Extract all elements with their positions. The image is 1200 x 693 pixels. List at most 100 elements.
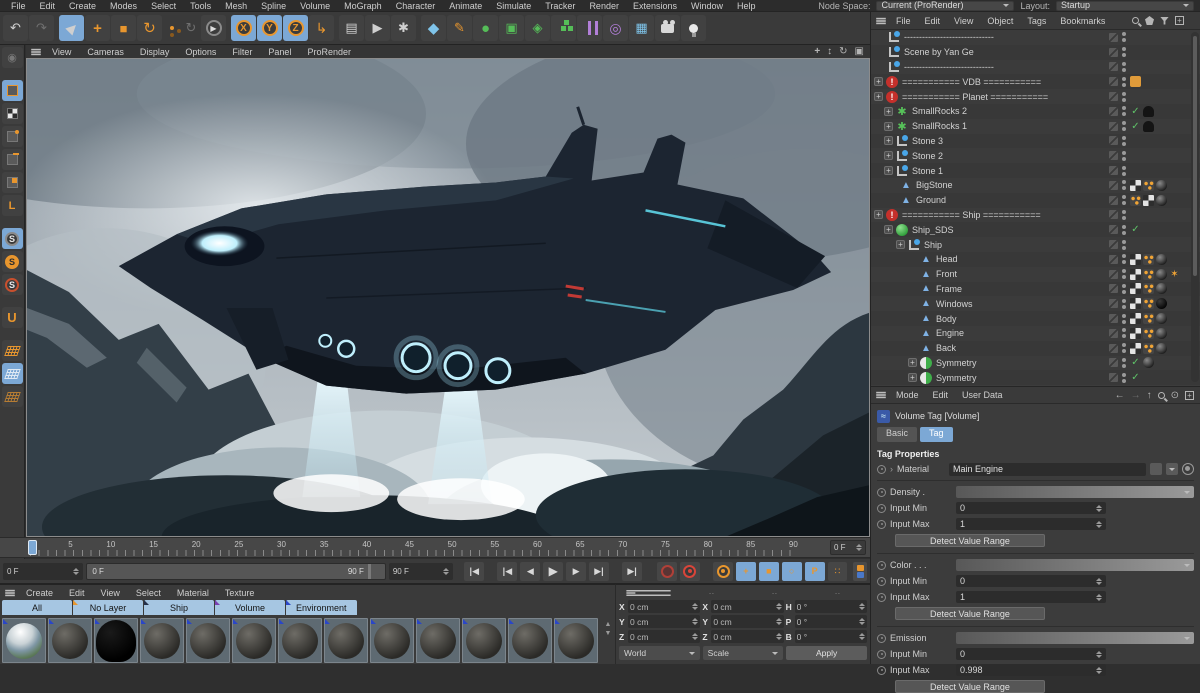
- layer-chip[interactable]: [1109, 151, 1118, 160]
- object-manager-menu-item[interactable]: Edit: [918, 16, 948, 26]
- visibility-dots[interactable]: [1122, 77, 1126, 87]
- pos-y-field[interactable]: 0 cm: [628, 615, 700, 628]
- object-manager-menu-item[interactable]: Object: [980, 16, 1020, 26]
- record-button[interactable]: [657, 562, 677, 581]
- object-row[interactable]: +Ship_SDS✓: [871, 222, 1200, 237]
- goto-start-button[interactable]: |◀: [464, 562, 484, 581]
- expand-toggle[interactable]: +: [874, 210, 883, 219]
- layer-tab-all[interactable]: All: [2, 600, 72, 615]
- main-menu-item[interactable]: Mesh: [218, 1, 254, 11]
- render-view-button[interactable]: ▤: [339, 15, 364, 41]
- visibility-dots[interactable]: [1122, 136, 1126, 146]
- redo-button[interactable]: ↷: [29, 15, 54, 41]
- object-manager-menu-item[interactable]: Bookmarks: [1053, 16, 1112, 26]
- anim-dot-icon[interactable]: [877, 577, 886, 586]
- main-menu-item[interactable]: Volume: [293, 1, 337, 11]
- layer-chip[interactable]: [1109, 196, 1118, 205]
- layer-chip[interactable]: [1109, 107, 1118, 116]
- layer-chip[interactable]: [1109, 181, 1118, 190]
- layer-chip[interactable]: [1109, 329, 1118, 338]
- visibility-dots[interactable]: [1122, 62, 1126, 72]
- main-menu-item[interactable]: Edit: [33, 1, 63, 11]
- floor-button[interactable]: ▦: [629, 15, 654, 41]
- anim-dot-icon[interactable]: [877, 504, 886, 513]
- material-thumbnail[interactable]: [554, 618, 598, 663]
- key-rotation-toggle[interactable]: ○: [782, 562, 802, 581]
- spline-tools-button[interactable]: [577, 15, 602, 41]
- stepper-icon[interactable]: [859, 603, 865, 610]
- uvw-tag-icon[interactable]: [1130, 269, 1141, 280]
- enabled-check-icon[interactable]: ✓: [1130, 106, 1141, 117]
- anim-dot-icon[interactable]: [877, 561, 886, 570]
- phong-tag-icon[interactable]: [1143, 328, 1154, 339]
- render-settings-button[interactable]: ✱: [391, 15, 416, 41]
- camera-button[interactable]: [655, 15, 680, 41]
- filter-icon[interactable]: [1160, 17, 1169, 25]
- layer-chip[interactable]: [1109, 33, 1118, 42]
- current-frame-box[interactable]: 0 F: [830, 540, 866, 555]
- object-row[interactable]: ------------------------------: [871, 30, 1200, 45]
- main-menu-item[interactable]: Render: [582, 1, 626, 11]
- object-row[interactable]: +Stone 1: [871, 163, 1200, 178]
- rot-b-field[interactable]: 0 °: [795, 630, 867, 643]
- stepper-icon[interactable]: [1096, 594, 1102, 601]
- object-row[interactable]: Scene by Yan Ge: [871, 45, 1200, 60]
- light-button[interactable]: [681, 15, 706, 41]
- playhead-marker[interactable]: [28, 540, 37, 555]
- phong-tag-icon[interactable]: [1143, 269, 1154, 280]
- layout-select[interactable]: Startup: [1056, 1, 1194, 11]
- material-thumbnail[interactable]: [370, 618, 414, 663]
- key-parameter-toggle[interactable]: P: [805, 562, 825, 581]
- material-menu-item[interactable]: Create: [18, 588, 61, 598]
- object-row[interactable]: ▲BigStone: [871, 178, 1200, 193]
- expand-toggle[interactable]: +: [884, 136, 893, 145]
- main-menu-item[interactable]: Select: [144, 1, 183, 11]
- visibility-dots[interactable]: [1122, 299, 1126, 309]
- object-row[interactable]: +Ship: [871, 237, 1200, 252]
- viewport-menu-item[interactable]: Cameras: [79, 47, 132, 57]
- material-thumbnail-hdri[interactable]: [2, 618, 46, 663]
- cloner-tag-icon[interactable]: [1143, 121, 1154, 132]
- material-tag-icon[interactable]: [1156, 180, 1167, 191]
- main-menu-item[interactable]: Simulate: [489, 1, 538, 11]
- viewport-menu-item[interactable]: Options: [177, 47, 224, 57]
- lock-x-axis-button[interactable]: X: [231, 15, 256, 41]
- stepper-icon[interactable]: [856, 544, 862, 551]
- pos-z-field[interactable]: 0 cm: [628, 630, 700, 643]
- coordinate-system-button[interactable]: ↳: [309, 15, 334, 41]
- viewport-menu-item[interactable]: Display: [132, 47, 178, 57]
- last-tool-dots[interactable]: [163, 15, 181, 41]
- object-row[interactable]: ▲Back: [871, 341, 1200, 356]
- instance-button[interactable]: ▣: [499, 15, 524, 41]
- prev-key-button[interactable]: |◀: [497, 562, 517, 581]
- lock-icon[interactable]: ⊙: [1171, 390, 1179, 401]
- anim-dot-icon[interactable]: [877, 488, 886, 497]
- render-to-picture-viewer-button[interactable]: ▶: [365, 15, 390, 41]
- rot-p-field[interactable]: 0 °: [795, 615, 867, 628]
- axis-mode-button[interactable]: L: [2, 195, 23, 216]
- coordinates-menu-icon[interactable]: [626, 590, 670, 596]
- material-menu-item[interactable]: Edit: [61, 588, 93, 598]
- visibility-dots[interactable]: [1122, 180, 1126, 190]
- next-frame-button[interactable]: ▶: [566, 562, 586, 581]
- view-maximize-icon[interactable]: ▣: [855, 46, 864, 57]
- tab-basic[interactable]: Basic: [877, 427, 917, 442]
- object-row[interactable]: +Stone 3: [871, 134, 1200, 149]
- visibility-dots[interactable]: [1122, 195, 1126, 205]
- anim-dot-icon[interactable]: [877, 520, 886, 529]
- lock-z-axis-button[interactable]: Z: [283, 15, 308, 41]
- material-tag-icon[interactable]: [1156, 328, 1167, 339]
- rotate-tool[interactable]: ↻: [137, 15, 162, 41]
- main-menu-item[interactable]: Character: [389, 1, 443, 11]
- expand-toggle[interactable]: +: [874, 92, 883, 101]
- key-pla-toggle[interactable]: ∷: [828, 562, 848, 581]
- stepper-icon[interactable]: [776, 603, 782, 610]
- visibility-dots[interactable]: [1122, 92, 1126, 102]
- visibility-dots[interactable]: [1122, 106, 1126, 116]
- layer-chip[interactable]: [1109, 344, 1118, 353]
- view-orbit-icon[interactable]: ↻: [839, 46, 847, 57]
- workplane-button[interactable]: [2, 340, 23, 361]
- undo-button[interactable]: ↶: [3, 15, 28, 41]
- color-gradient-dropdown[interactable]: [956, 559, 1194, 571]
- visibility-dots[interactable]: [1122, 328, 1126, 338]
